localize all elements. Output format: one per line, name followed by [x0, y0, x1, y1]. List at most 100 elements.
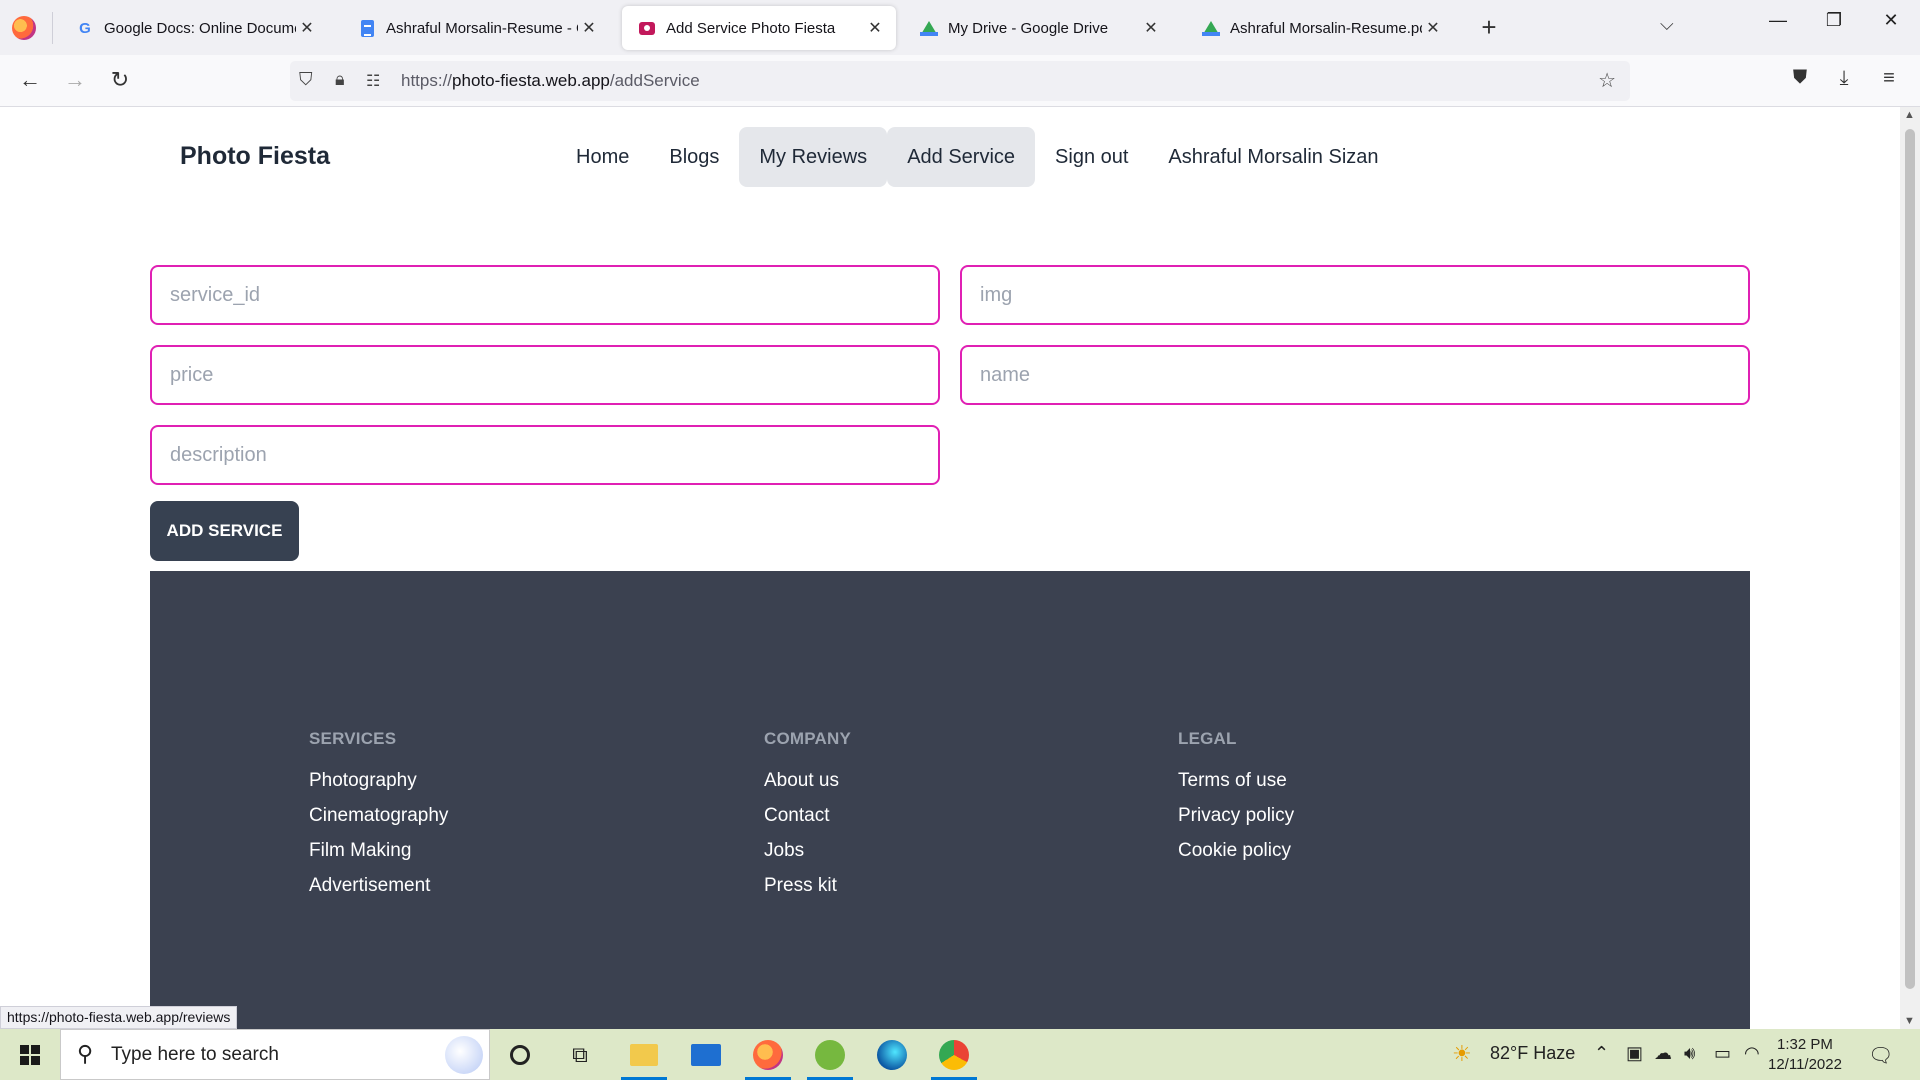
address-bar[interactable]: ⛉ 🔒︎ ☷ https://photo-fiesta.web.app/addS… — [290, 61, 1630, 101]
footer-link[interactable]: Cinematography — [309, 804, 448, 827]
menu-my-reviews-link[interactable]: My Reviews — [739, 127, 888, 187]
footer-heading: COMPANY — [764, 729, 852, 748]
footer-link[interactable]: Cookie policy — [1178, 839, 1294, 862]
price-input[interactable] — [150, 345, 940, 405]
footer-link[interactable]: Privacy policy — [1178, 804, 1294, 827]
footer-link[interactable]: Contact — [764, 804, 851, 827]
new-tab-button[interactable]: + — [1474, 12, 1504, 43]
footer-services-column: SERVICES Photography Cinematography Film… — [309, 729, 448, 909]
scroll-thumb[interactable] — [1905, 129, 1915, 989]
drive-icon — [1202, 19, 1220, 37]
minimize-window-icon[interactable]: — — [1758, 10, 1798, 31]
browser-tab-bar: G Google Docs: Online Document ✕ Ashrafu… — [0, 0, 1920, 55]
app-menu-icon[interactable]: ≡ — [1874, 67, 1904, 90]
close-tab-icon[interactable]: ✕ — [1422, 18, 1444, 38]
link-status-tooltip: https://photo-fiesta.web.app/reviews — [0, 1006, 238, 1029]
weather-icon[interactable]: ☀ — [1452, 1041, 1472, 1067]
tab-title: Add Service Photo Fiesta — [666, 19, 836, 37]
search-icon: ⚲ — [77, 1041, 94, 1066]
close-tab-icon[interactable]: ✕ — [296, 18, 318, 38]
tracking-shield-icon[interactable]: ⛉ — [299, 69, 313, 90]
add-service-button[interactable]: ADD SERVICE — [150, 501, 299, 561]
footer-link[interactable]: Jobs — [764, 839, 851, 862]
user-name: Ashraful Morsalin Sizan — [1168, 145, 1379, 168]
tab-my-drive[interactable]: My Drive - Google Drive ✕ — [904, 6, 1172, 50]
permissions-icon[interactable]: ☷ — [366, 71, 380, 91]
site-brand[interactable]: Photo Fiesta — [180, 142, 330, 171]
mail-icon[interactable] — [681, 1037, 731, 1073]
taskbar-clock[interactable]: 1:32 PM 12/11/2022 — [1768, 1035, 1842, 1075]
footer-link[interactable]: About us — [764, 769, 851, 792]
clock-time: 1:32 PM — [1777, 1036, 1833, 1053]
page-scrollbar[interactable]: ▲ ▼ — [1900, 107, 1920, 1029]
service-id-input[interactable] — [150, 265, 940, 325]
onedrive-icon[interactable]: ☁ — [1654, 1043, 1672, 1064]
notifications-icon[interactable]: 🗨︎ — [1868, 1043, 1893, 1068]
tab-resume-doc[interactable]: Ashraful Morsalin-Resume - Go ✕ — [342, 6, 610, 50]
show-hidden-icons-icon[interactable]: ⌃ — [1594, 1043, 1609, 1064]
close-window-icon[interactable]: ✕ — [1871, 10, 1911, 31]
pocket-icon[interactable]: ⛊ — [1785, 67, 1815, 89]
tab-resume-pdf[interactable]: Ashraful Morsalin-Resume.pdf - ✕ — [1186, 6, 1454, 50]
search-placeholder: Type here to search — [111, 1044, 279, 1065]
battery-icon[interactable]: ▭ — [1714, 1043, 1731, 1064]
windows-start-icon[interactable] — [20, 1045, 40, 1065]
lock-icon[interactable]: 🔒︎ — [335, 69, 345, 90]
browser-nav-bar: ← → ↻ ⛉ 🔒︎ ☷ https://photo-fiesta.web.ap… — [0, 55, 1920, 107]
restore-window-icon[interactable]: ❐ — [1814, 10, 1854, 31]
name-input[interactable] — [960, 345, 1750, 405]
reload-icon[interactable]: ↻ — [105, 67, 135, 93]
tab-divider — [52, 12, 53, 44]
clock-date: 12/11/2022 — [1768, 1056, 1842, 1073]
scroll-down-icon[interactable]: ▼ — [1904, 1015, 1915, 1027]
site-footer: SERVICES Photography Cinematography Film… — [150, 571, 1750, 1029]
footer-link[interactable]: Photography — [309, 769, 448, 792]
camera-icon — [638, 19, 656, 37]
menu-sign-out-link[interactable]: Sign out — [1035, 127, 1148, 187]
downloads-icon[interactable]: ⤓ — [1829, 67, 1859, 90]
firefox-taskbar-icon[interactable] — [743, 1037, 793, 1080]
file-explorer-icon[interactable] — [619, 1037, 669, 1080]
close-tab-icon[interactable]: ✕ — [1140, 18, 1162, 38]
task-view-icon[interactable]: ⧉ — [555, 1037, 605, 1073]
scroll-up-icon[interactable]: ▲ — [1904, 109, 1915, 121]
edge-icon[interactable] — [867, 1037, 917, 1073]
weather-text[interactable]: 82°F Haze — [1490, 1043, 1575, 1064]
footer-link[interactable]: Press kit — [764, 874, 851, 897]
taskbar-search-box[interactable]: ⚲ Type here to search — [60, 1029, 490, 1080]
close-tab-icon[interactable]: ✕ — [578, 18, 600, 38]
volume-icon[interactable]: 🔊︎ — [1684, 1043, 1695, 1064]
description-input[interactable] — [150, 425, 940, 485]
forward-arrow-icon[interactable]: → — [60, 67, 90, 93]
firefox-logo-icon[interactable] — [12, 16, 36, 40]
menu-blogs-link[interactable]: Blogs — [649, 127, 739, 187]
close-tab-icon[interactable]: ✕ — [864, 18, 886, 38]
tab-title: Ashraful Morsalin-Resume - Go — [386, 19, 578, 37]
footer-company-column: COMPANY About us Contact Jobs Press kit — [764, 729, 851, 909]
windows-taskbar: ⚲ Type here to search ⧉ ☀ 82°F Haze ⌃ ▣ … — [0, 1029, 1920, 1080]
footer-link[interactable]: Terms of use — [1178, 769, 1294, 792]
cortana-icon[interactable] — [495, 1037, 545, 1073]
menu-add-service-link[interactable]: Add Service — [887, 127, 1036, 187]
bookmark-star-icon[interactable]: ☆ — [1598, 68, 1616, 93]
footer-heading: LEGAL — [1178, 729, 1237, 748]
tab-title: My Drive - Google Drive — [948, 19, 1109, 37]
tab-title: Google Docs: Online Document — [104, 19, 296, 37]
footer-link[interactable]: Advertisement — [309, 874, 448, 897]
menu-home-link[interactable]: Home — [556, 127, 649, 187]
img-input[interactable] — [960, 265, 1750, 325]
google-icon: G — [79, 19, 91, 37]
meet-now-icon[interactable]: ▣ — [1626, 1043, 1643, 1064]
footer-link[interactable]: Film Making — [309, 839, 448, 862]
wifi-icon[interactable]: ◠ — [1744, 1043, 1760, 1064]
url-text[interactable]: https://photo-fiesta.web.app/addService — [401, 71, 700, 91]
list-all-tabs-icon[interactable]: ⌵ — [1660, 14, 1674, 35]
tab-google-docs[interactable]: G Google Docs: Online Document ✕ — [60, 6, 328, 50]
chrome-icon[interactable] — [929, 1037, 979, 1080]
tab-add-service[interactable]: Add Service Photo Fiesta ✕ — [622, 6, 896, 50]
back-arrow-icon[interactable]: ← — [15, 67, 45, 93]
utorrent-icon[interactable] — [805, 1037, 855, 1080]
tab-title: Ashraful Morsalin-Resume.pdf - — [1230, 19, 1422, 37]
search-highlight-icon — [445, 1036, 483, 1074]
footer-heading: SERVICES — [309, 729, 397, 748]
